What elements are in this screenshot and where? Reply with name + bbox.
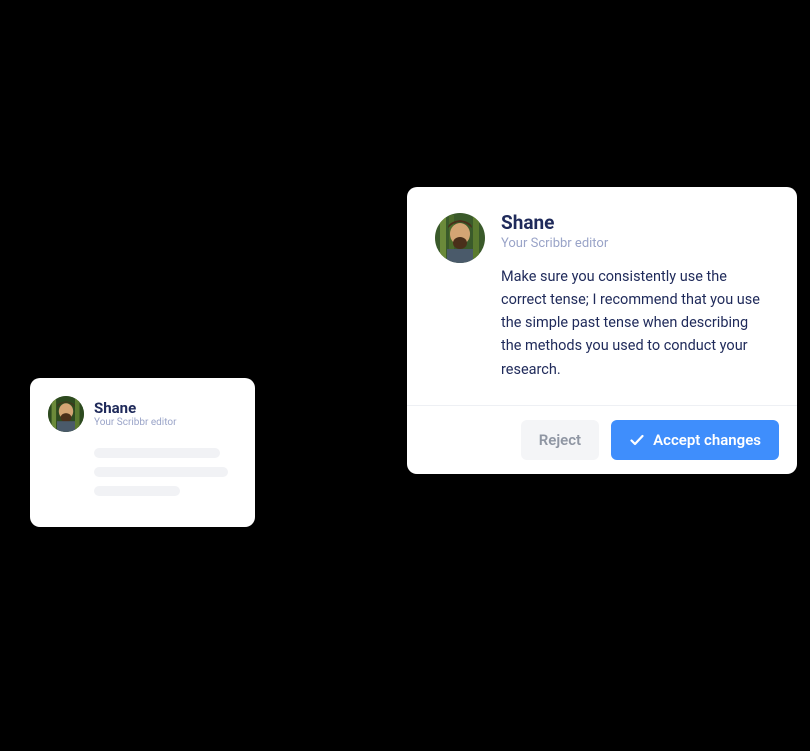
comment-content: Shane Your Scribbr editor Make sure you …	[501, 213, 769, 381]
skeleton-line	[94, 486, 180, 496]
editor-role: Your Scribbr editor	[501, 236, 769, 251]
comment-text: Make sure you consistently use the corre…	[501, 265, 769, 381]
editor-name: Shane	[94, 400, 177, 417]
check-icon	[629, 432, 645, 448]
reject-button[interactable]: Reject	[521, 420, 599, 460]
comment-card-expanded: Shane Your Scribbr editor Make sure you …	[407, 187, 797, 474]
reject-label: Reject	[539, 431, 581, 449]
skeleton-line	[94, 448, 220, 458]
editor-info: Shane Your Scribbr editor	[94, 400, 177, 429]
avatar	[435, 213, 485, 263]
card-footer: Reject Accept changes	[407, 405, 797, 474]
editor-role: Your Scribbr editor	[94, 417, 177, 428]
accept-label: Accept changes	[653, 431, 761, 449]
skeleton-line	[94, 467, 228, 477]
editor-name: Shane	[501, 213, 769, 234]
comment-card-collapsed[interactable]: Shane Your Scribbr editor	[30, 378, 255, 527]
card-header: Shane Your Scribbr editor	[48, 396, 237, 432]
card-body: Shane Your Scribbr editor Make sure you …	[407, 187, 797, 405]
avatar	[48, 396, 84, 432]
accept-button[interactable]: Accept changes	[611, 420, 779, 460]
skeleton-placeholder	[48, 448, 237, 496]
